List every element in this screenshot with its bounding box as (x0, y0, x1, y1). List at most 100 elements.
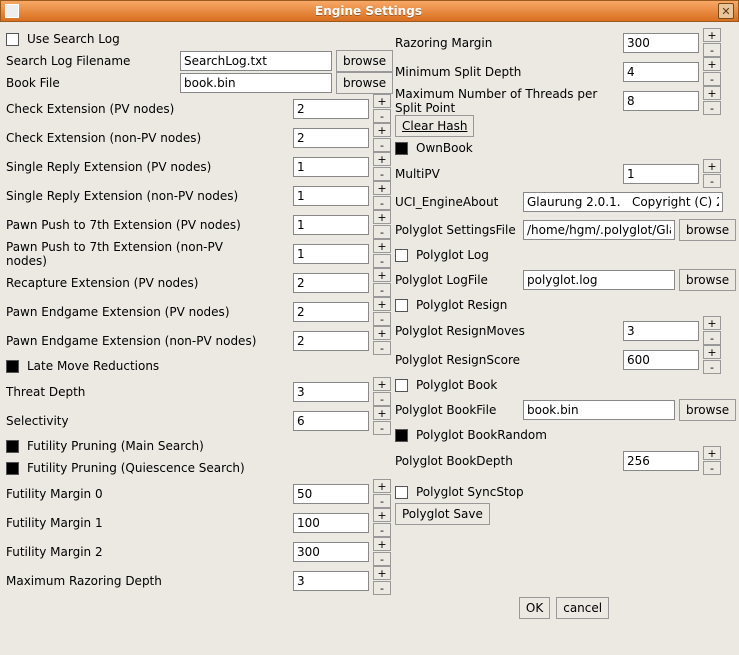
window-icon (5, 4, 19, 18)
pg-bookdepth-label: Polyglot BookDepth (395, 454, 619, 468)
pawn-end-pv-input[interactable] (293, 302, 369, 322)
fut2-plus[interactable]: + (373, 537, 391, 551)
check-ext-pv-plus[interactable]: + (373, 94, 391, 108)
pg-settings-input[interactable] (523, 220, 675, 240)
min-split-minus[interactable]: - (703, 72, 721, 86)
pg-book-checkbox[interactable] (395, 379, 408, 392)
ownbook-checkbox[interactable] (395, 142, 408, 155)
fut1-input[interactable] (293, 513, 369, 533)
single-reply-npv-input[interactable] (293, 186, 369, 206)
lmr-label: Late Move Reductions (27, 359, 159, 373)
futility-main-checkbox[interactable] (6, 440, 19, 453)
pg-settings-browse-button[interactable]: browse (679, 219, 736, 241)
futility-qs-checkbox[interactable] (6, 462, 19, 475)
pg-bookdepth-minus[interactable]: - (703, 461, 721, 475)
pawn-push-npv-input[interactable] (293, 244, 369, 264)
pg-bookfile-browse-button[interactable]: browse (679, 399, 736, 421)
pg-bookdepth-plus[interactable]: + (703, 446, 721, 460)
razor-margin-plus[interactable]: + (703, 28, 721, 42)
pawn-push-pv-plus[interactable]: + (373, 210, 391, 224)
check-ext-pv-input[interactable] (293, 99, 369, 119)
razor-margin-input[interactable] (623, 33, 699, 53)
search-log-filename-input[interactable] (180, 51, 332, 71)
book-file-input[interactable] (180, 73, 332, 93)
pawn-end-pv-plus[interactable]: + (373, 297, 391, 311)
fut1-plus[interactable]: + (373, 508, 391, 522)
pawn-push-pv-minus[interactable]: - (373, 225, 391, 239)
check-ext-npv-minus[interactable]: - (373, 138, 391, 152)
razor-margin-minus[interactable]: - (703, 43, 721, 57)
selectivity-input[interactable] (293, 411, 369, 431)
single-reply-npv-minus[interactable]: - (373, 196, 391, 210)
recapture-pv-minus[interactable]: - (373, 283, 391, 297)
single-reply-npv-plus[interactable]: + (373, 181, 391, 195)
check-ext-npv-label: Check Extension (non-PV nodes) (6, 131, 262, 145)
max-razor-input[interactable] (293, 571, 369, 591)
pawn-push-npv-minus[interactable]: - (373, 254, 391, 268)
threat-depth-plus[interactable]: + (373, 377, 391, 391)
recapture-pv-plus[interactable]: + (373, 268, 391, 282)
pg-bookfile-input[interactable] (523, 400, 675, 420)
pg-resign-moves-input[interactable] (623, 321, 699, 341)
pg-log-checkbox[interactable] (395, 249, 408, 262)
use-search-log-checkbox[interactable] (6, 33, 19, 46)
lmr-checkbox[interactable] (6, 360, 19, 373)
pg-bookfile-label: Polyglot BookFile (395, 403, 519, 417)
fut0-input[interactable] (293, 484, 369, 504)
check-ext-npv-plus[interactable]: + (373, 123, 391, 137)
multipv-input[interactable] (623, 164, 699, 184)
clear-hash-button[interactable]: Clear Hash (395, 115, 474, 137)
pg-resign-score-minus[interactable]: - (703, 360, 721, 374)
search-log-browse-button[interactable]: browse (336, 50, 393, 72)
polyglot-save-button[interactable]: Polyglot Save (395, 503, 490, 525)
max-razor-plus[interactable]: + (373, 566, 391, 580)
pg-bookrandom-checkbox[interactable] (395, 429, 408, 442)
pg-bookdepth-input[interactable] (623, 451, 699, 471)
pg-syncstop-checkbox[interactable] (395, 486, 408, 499)
pg-resign-moves-minus[interactable]: - (703, 331, 721, 345)
selectivity-minus[interactable]: - (373, 421, 391, 435)
pawn-push-pv-input[interactable] (293, 215, 369, 235)
check-ext-pv-minus[interactable]: - (373, 109, 391, 123)
max-threads-input[interactable] (623, 91, 699, 111)
pg-resign-score-plus[interactable]: + (703, 345, 721, 359)
single-reply-pv-input[interactable] (293, 157, 369, 177)
engine-about-input[interactable] (523, 192, 723, 212)
single-reply-pv-minus[interactable]: - (373, 167, 391, 181)
threat-depth-input[interactable] (293, 382, 369, 402)
pawn-end-npv-plus[interactable]: + (373, 326, 391, 340)
fut2-minus[interactable]: - (373, 552, 391, 566)
pawn-end-npv-minus[interactable]: - (373, 341, 391, 355)
max-threads-plus[interactable]: + (703, 86, 721, 100)
pawn-push-npv-plus[interactable]: + (373, 239, 391, 253)
fut0-label: Futility Margin 0 (6, 487, 262, 501)
multipv-plus[interactable]: + (703, 159, 721, 173)
threat-depth-minus[interactable]: - (373, 392, 391, 406)
selectivity-plus[interactable]: + (373, 406, 391, 420)
check-ext-npv-input[interactable] (293, 128, 369, 148)
fut2-input[interactable] (293, 542, 369, 562)
pawn-end-pv-minus[interactable]: - (373, 312, 391, 326)
pawn-end-npv-input[interactable] (293, 331, 369, 351)
single-reply-pv-plus[interactable]: + (373, 152, 391, 166)
pg-resign-moves-plus[interactable]: + (703, 316, 721, 330)
max-threads-minus[interactable]: - (703, 101, 721, 115)
selectivity-label: Selectivity (6, 414, 262, 428)
min-split-plus[interactable]: + (703, 57, 721, 71)
close-button[interactable]: ✕ (718, 3, 734, 19)
book-file-browse-button[interactable]: browse (336, 72, 393, 94)
fut0-plus[interactable]: + (373, 479, 391, 493)
min-split-input[interactable] (623, 62, 699, 82)
pg-resign-score-input[interactable] (623, 350, 699, 370)
ok-button[interactable]: OK (519, 597, 550, 619)
fut2-label: Futility Margin 2 (6, 545, 262, 559)
fut1-minus[interactable]: - (373, 523, 391, 537)
max-razor-minus[interactable]: - (373, 581, 391, 595)
multipv-minus[interactable]: - (703, 174, 721, 188)
pg-resign-checkbox[interactable] (395, 299, 408, 312)
fut0-minus[interactable]: - (373, 494, 391, 508)
pg-logfile-input[interactable] (523, 270, 675, 290)
recapture-pv-input[interactable] (293, 273, 369, 293)
pg-logfile-browse-button[interactable]: browse (679, 269, 736, 291)
cancel-button[interactable]: cancel (556, 597, 609, 619)
